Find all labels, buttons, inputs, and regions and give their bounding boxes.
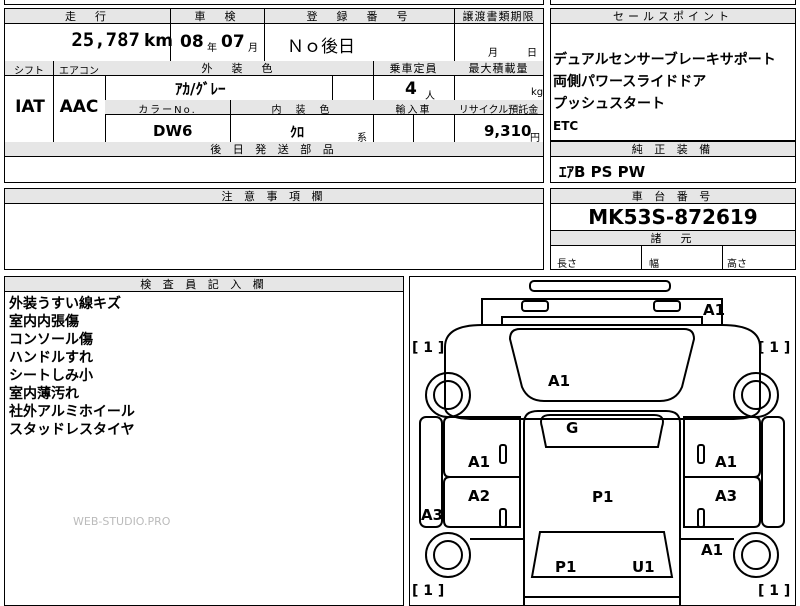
capacity-header: 乗車定員 — [373, 61, 454, 76]
chassis-header: 車 台 番 号 — [551, 189, 795, 204]
recycle-header: リサイクル預託金 — [458, 105, 539, 116]
max-load-unit: kg — [531, 87, 544, 98]
damage-mark: A2 — [468, 487, 491, 505]
car-diagram-box: A1 A1 G A1 A1 A2 P1 A3 A3 A1 P1 U1 [ 1 ]… — [409, 276, 796, 606]
ac-header: エアコン — [59, 66, 99, 77]
sales-points-box: セールスポイント デュアルセンサーブレーキサポート 両側パワースライドドア プッ… — [550, 8, 796, 141]
damage-mark: U1 — [632, 558, 655, 576]
transfer-day-unit: 日 — [527, 48, 537, 59]
inspector-note: 室内薄汚れ — [9, 386, 79, 402]
registration-header: 登 録 番 号 — [264, 9, 454, 24]
registration-value: Ｎｏ後日 — [287, 37, 355, 57]
color-no-header: カラーNo. — [138, 105, 197, 116]
capacity-value: 4 — [405, 79, 417, 99]
caution-header: 注 意 事 項 欄 — [5, 189, 543, 204]
vehicle-info-table: 走 行 車 検 登 録 番 号 譲渡書類期限 25,787 km 08 年 07… — [4, 8, 544, 183]
interior-color-value: ｸﾛ — [290, 125, 304, 141]
exterior-color-value: ｱｶ/ｸﾞﾚｰ — [175, 80, 226, 98]
damage-mark: P1 — [592, 488, 614, 506]
damage-mark: A3 — [421, 506, 444, 524]
inspector-box: 検 査 員 記 入 欄 外装うすい線キズ 室内内張傷 コンソール傷 ハンドルすれ… — [4, 276, 404, 606]
shift-header: シフト — [14, 66, 44, 77]
inspector-note: シートしみ小 — [9, 368, 93, 384]
later-parts-header: 後 日 発 送 部 品 — [5, 142, 543, 157]
mileage-value: 25,787 — [71, 29, 140, 51]
height-label: 高さ — [727, 259, 747, 270]
sales-point-item: ETC — [553, 119, 579, 133]
chassis-value: MK53S-872619 — [588, 205, 758, 229]
inspector-note: 室内内張傷 — [9, 314, 79, 330]
ac-value: AAC — [59, 97, 99, 117]
inspector-notes: 外装うすい線キズ 室内内張傷 コンソール傷 ハンドルすれ シートしみ小 室内薄汚… — [9, 295, 135, 439]
dimensions-box: 諸 元 長さ 幅 高さ — [550, 230, 796, 270]
tire-label: [ 1 ] — [758, 340, 791, 356]
top-cut-row-right — [550, 0, 796, 5]
tire-label: [ 1 ] — [412, 583, 445, 599]
car-outline-diagram — [419, 280, 785, 605]
import-header: 輸入車 — [395, 105, 432, 116]
damage-mark: A1 — [715, 453, 738, 471]
transfer-month-unit: 月 — [488, 48, 498, 59]
inspector-note: スタッドレスタイヤ — [9, 422, 135, 438]
genuine-equipment-header: 純 正 装 備 — [551, 142, 795, 157]
damage-mark: P1 — [555, 558, 577, 576]
damage-mark: A1 — [703, 301, 726, 319]
width-label: 幅 — [649, 259, 659, 270]
inspection-month: 07 — [221, 32, 245, 52]
inspector-note: 外装うすい線キズ — [9, 296, 121, 312]
chassis-box: 車 台 番 号 MK53S-872619 — [550, 188, 796, 231]
sales-point-item: デュアルセンサーブレーキサポート — [553, 52, 776, 68]
tire-label: [ 1 ] — [412, 340, 445, 356]
month-unit: 月 — [248, 43, 258, 54]
damage-mark: G — [566, 419, 579, 437]
shift-value: IAT — [15, 97, 45, 117]
damage-mark: A1 — [701, 541, 724, 559]
damage-mark: A1 — [548, 372, 571, 390]
mileage-unit: km — [144, 31, 174, 51]
mileage-header: 走 行 — [5, 9, 170, 24]
recycle-value: 9,310 — [484, 122, 532, 140]
inspection-year: 08 — [180, 32, 204, 52]
exterior-color-header: 外 装 色 — [105, 61, 373, 76]
genuine-equipment-box: 純 正 装 備 ｴｱB PS PW — [550, 141, 796, 183]
tire-label: [ 1 ] — [758, 583, 791, 599]
inspector-note: コンソール傷 — [9, 332, 93, 348]
damage-mark: A1 — [468, 453, 491, 471]
dimensions-header: 諸 元 — [551, 231, 795, 246]
max-load-header: 最大積載量 — [454, 61, 543, 76]
caution-box: 注 意 事 項 欄 — [4, 188, 544, 270]
damage-mark: A3 — [715, 487, 738, 505]
color-no-value: DW6 — [153, 122, 193, 140]
year-unit: 年 — [207, 43, 217, 54]
sales-points-header: セールスポイント — [551, 9, 795, 24]
inspection-header: 車 検 — [170, 9, 264, 24]
inspector-header: 検 査 員 記 入 欄 — [5, 277, 403, 292]
sales-point-item: 両側パワースライドドア — [553, 74, 707, 90]
sales-points-list: デュアルセンサーブレーキサポート 両側パワースライドドア プッシュスタート ET… — [553, 49, 776, 137]
genuine-equipment-value: ｴｱB PS PW — [559, 163, 646, 181]
interior-color-header: 内 装 色 — [271, 105, 332, 116]
inspector-note: 社外アルミホイール — [9, 404, 135, 420]
watermark: WEB-STUDIO.PRO — [73, 515, 171, 528]
transfer-docs-header: 譲渡書類期限 — [454, 9, 543, 24]
inspector-note: ハンドルすれ — [9, 350, 93, 366]
length-label: 長さ — [557, 259, 577, 270]
top-cut-row — [4, 0, 544, 5]
sales-point-item: プッシュスタート — [553, 96, 665, 112]
